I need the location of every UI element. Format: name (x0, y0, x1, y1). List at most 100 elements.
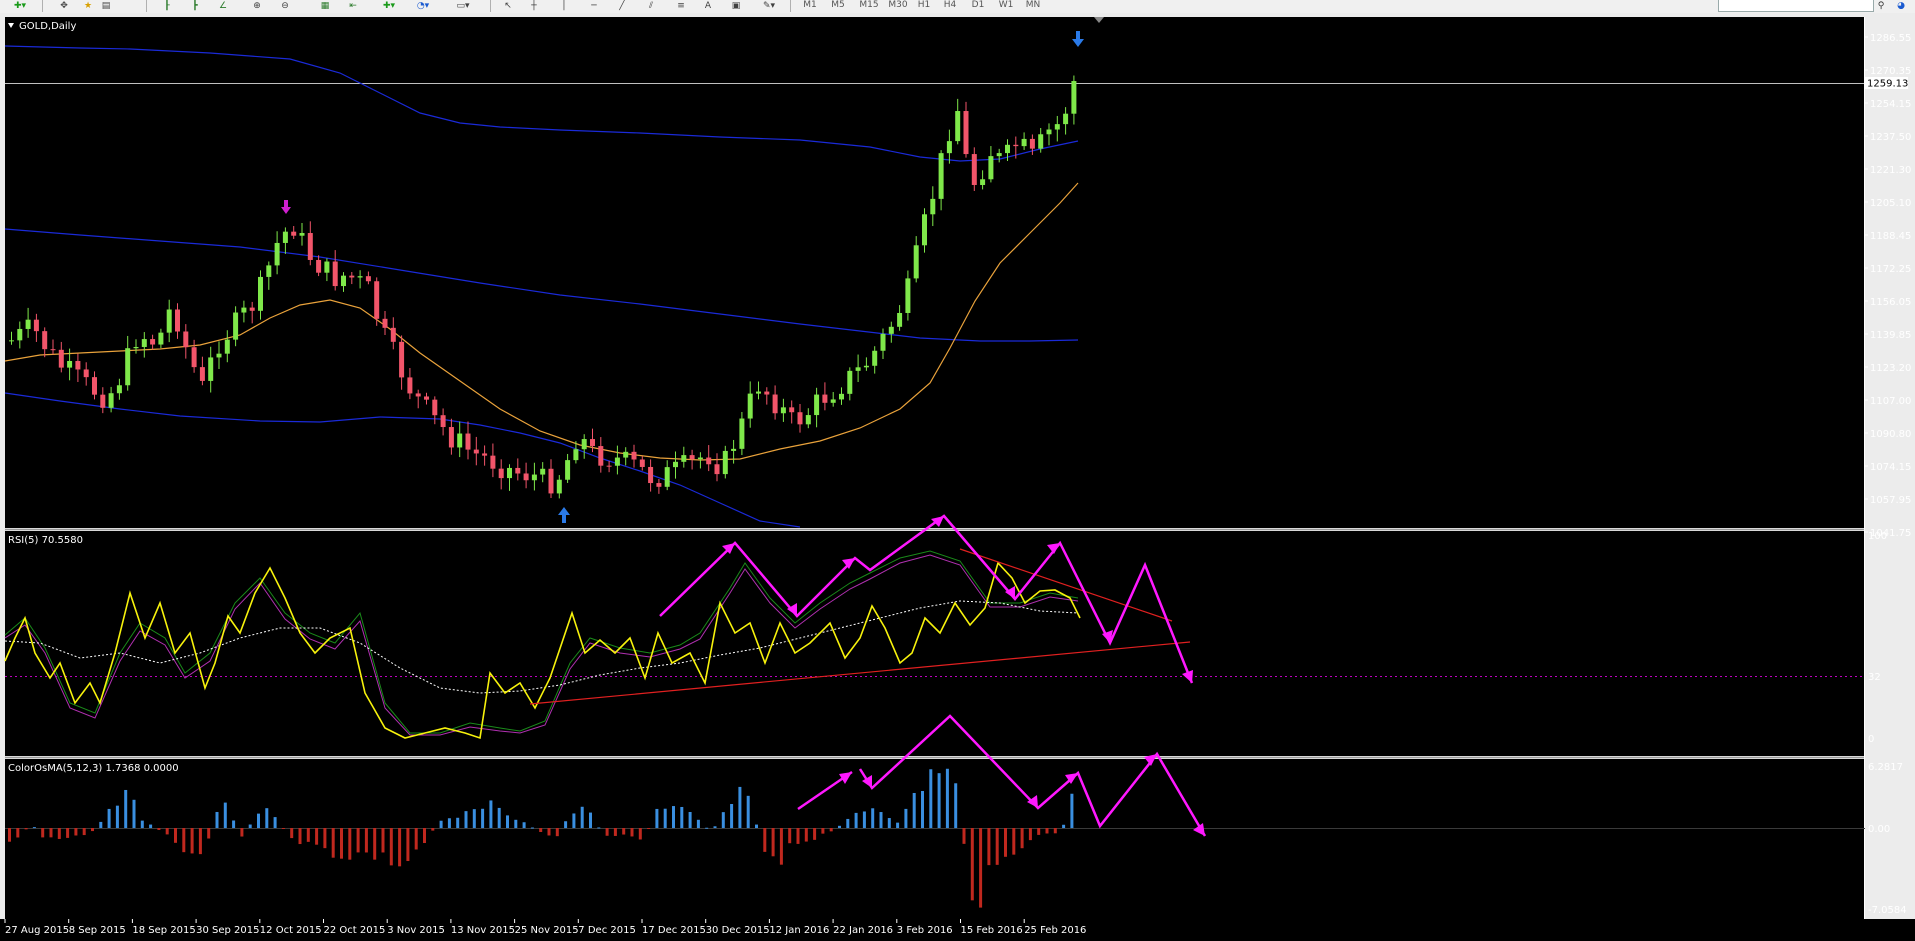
favorites-icon[interactable]: ★ (82, 0, 94, 12)
date-tick-label: 30 Sep 2015 (196, 925, 259, 936)
osma-bar-up (564, 821, 568, 828)
osma-bar-up (248, 824, 252, 828)
osma-pane[interactable] (5, 759, 1865, 919)
cursor-icon[interactable]: ↖ (502, 0, 514, 12)
bear-candle (199, 367, 205, 381)
timeframe-w1[interactable]: W1 (996, 0, 1016, 12)
timeframe-m15[interactable]: M15 (856, 0, 882, 12)
osma-bar-down (306, 828, 310, 842)
bull-candle (913, 245, 919, 279)
bear-candle (598, 446, 604, 466)
timeframe-h1[interactable]: H1 (914, 0, 934, 12)
osma-bar-up (572, 813, 576, 828)
osma-bar-up (497, 807, 501, 828)
search-icon[interactable]: ⚲ (1874, 0, 1888, 12)
chart-window: 1286.55 1270.35 1254.15 1237.50 1221.30 1205.… (0, 13, 1915, 941)
bull-candle (739, 418, 745, 449)
date-tick-label: 7 Dec 2015 (578, 925, 636, 936)
toolbar-separator (790, 0, 791, 12)
current-price-label: 1259.13 (1867, 79, 1908, 90)
bar-chart-icon[interactable]: ┠ (160, 0, 174, 12)
osma-min-label: -7.0584 (1868, 905, 1907, 916)
osma-bar-down (1020, 828, 1024, 849)
bull-candle (996, 153, 1002, 157)
date-tick-label: 18 Sep 2015 (132, 925, 195, 936)
osma-bar-down (1053, 828, 1057, 834)
bear-candle (424, 396, 429, 400)
bull-candle (357, 276, 363, 278)
osma-bar-up (838, 825, 841, 828)
osma-bar-down (281, 828, 285, 829)
crosshair-icon[interactable]: ✥ (58, 0, 70, 12)
bull-candle (531, 474, 537, 481)
osma-bar-up (937, 773, 941, 828)
timeframe-h4[interactable]: H4 (940, 0, 960, 12)
rsi-label: RSI(5) 70.5580 (8, 535, 83, 546)
osma-bar-up (439, 820, 443, 828)
auto-scroll-icon[interactable]: ⇤ (346, 0, 360, 12)
osma-bar-up (680, 806, 684, 828)
price-tick-label: 1156.05 (1870, 297, 1911, 308)
osma-bar-down (763, 828, 767, 852)
osma-bar-down (539, 828, 543, 833)
line-chart-icon[interactable]: ∠ (216, 0, 230, 12)
search-input[interactable] (1718, 0, 1874, 12)
bull-candle (241, 307, 247, 313)
price-tick-label: 1107.00 (1870, 396, 1911, 407)
tile-windows-icon[interactable]: ▦ (318, 0, 332, 12)
candlestick-icon[interactable]: ┣ (188, 0, 202, 12)
zoom-in-icon[interactable]: ⊕ (250, 0, 264, 12)
date-tick-label: 22 Jan 2016 (833, 925, 893, 936)
community-icon[interactable]: ◕ (1894, 0, 1908, 12)
osma-bar-up (257, 813, 260, 828)
new-chart-icon[interactable]: ✚▾ (8, 0, 32, 12)
price-pane[interactable] (5, 17, 1865, 528)
timeframe-m1[interactable]: M1 (800, 0, 820, 12)
timeframe-mn[interactable]: MN (1022, 0, 1044, 12)
rsi-pane[interactable] (5, 531, 1865, 756)
bear-candle (515, 467, 521, 474)
osma-bar-up (99, 821, 103, 828)
crosshair-tool-icon[interactable]: ┼ (528, 0, 540, 12)
text-icon[interactable]: A (702, 0, 714, 12)
vertical-line-icon[interactable]: │ (558, 0, 570, 12)
osma-bar-down (364, 828, 368, 853)
osma-bar-down (638, 828, 642, 840)
osma-bar-up (107, 808, 111, 828)
date-tick-label: 25 Nov 2015 (515, 925, 579, 936)
date-tick-label: 12 Jan 2016 (769, 925, 829, 936)
osma-bar-up (589, 812, 592, 828)
timeframe-m5[interactable]: M5 (828, 0, 848, 12)
horizontal-line-icon[interactable]: ─ (588, 0, 600, 12)
bear-candle (689, 455, 695, 460)
bull-candle (1071, 81, 1077, 114)
bear-candle (1029, 138, 1035, 149)
osma-bar-down (987, 828, 991, 866)
bear-candle (971, 154, 977, 185)
bear-candle (33, 319, 39, 332)
timeframe-d1[interactable]: D1 (968, 0, 988, 12)
osma-bar-down (240, 828, 244, 837)
osma-bar-up (929, 769, 933, 828)
fibonacci-icon[interactable]: ≡ (674, 0, 688, 12)
osma-bar-down (398, 828, 402, 867)
trendline-icon[interactable]: ╱ (616, 0, 628, 12)
bear-candle (390, 327, 396, 342)
osma-bar-up (688, 811, 692, 828)
timeframe-m30[interactable]: M30 (885, 0, 911, 12)
osma-bar-down (829, 828, 833, 832)
bull-candle (125, 348, 131, 386)
bear-candle (415, 393, 421, 397)
zoom-out-icon[interactable]: ⊖ (278, 0, 292, 12)
channel-icon[interactable]: ⫽ (644, 0, 658, 12)
bull-candle (780, 407, 786, 414)
template-icon[interactable]: ▤ (100, 0, 112, 12)
bear-candle (473, 449, 479, 454)
shapes-icon[interactable]: ✎▾ (758, 0, 780, 12)
indicators-icon[interactable]: ✚▾ (378, 0, 400, 12)
templates-icon[interactable]: ▭▾ (452, 0, 474, 12)
price-axis: 1286.55 1270.35 1254.15 1237.50 1221.30 1205.… (1864, 33, 1911, 539)
bull-candle (863, 365, 869, 368)
label-icon[interactable]: ▣ (730, 0, 742, 12)
periods-icon[interactable]: ◔▾ (412, 0, 434, 12)
